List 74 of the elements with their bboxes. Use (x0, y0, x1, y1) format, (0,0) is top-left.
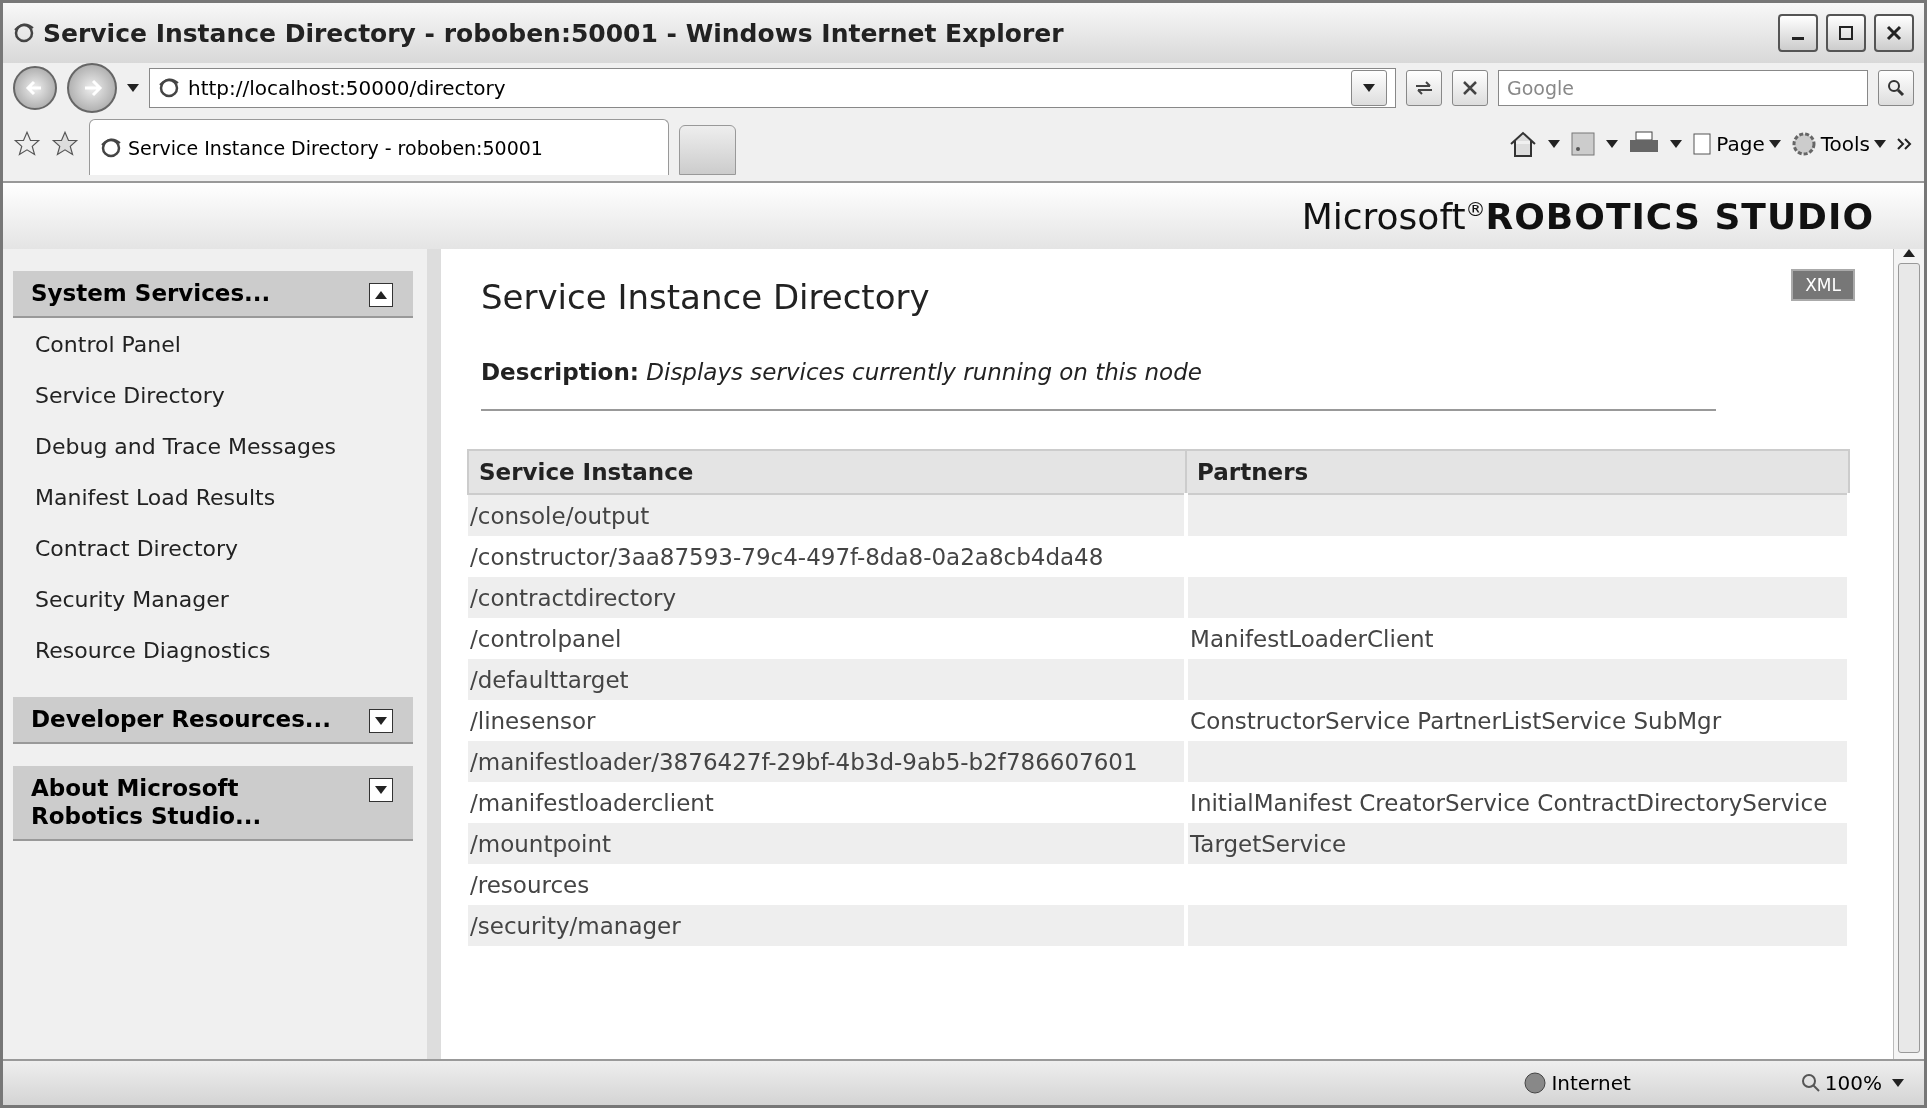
sidebar-link[interactable]: Service Directory (13, 368, 413, 420)
caret-icon (1363, 84, 1375, 92)
close-button[interactable] (1874, 14, 1914, 52)
minimize-icon (1792, 36, 1804, 40)
expand-button[interactable] (369, 708, 393, 733)
browser-tab[interactable]: Service Instance Directory - roboben:50001 (89, 119, 669, 175)
table-cell: ManifestLoaderClient (1186, 618, 1849, 659)
page-menu[interactable]: Page (1692, 132, 1781, 156)
collapse-button[interactable] (369, 283, 393, 307)
zoom-level[interactable]: 100% (1800, 1071, 1882, 1095)
expand-button[interactable] (369, 777, 393, 802)
forward-button[interactable] (67, 63, 117, 113)
address-field[interactable]: http://localhost:50000/directory (149, 68, 1396, 108)
sidebar-section-header[interactable]: Developer Resources... (13, 696, 413, 744)
caret-icon (1548, 140, 1561, 148)
chevron-icon[interactable] (1896, 137, 1914, 151)
refresh-icon (1414, 80, 1434, 96)
close-icon (1462, 80, 1478, 96)
table-cell: /contractdirectory (468, 577, 1187, 618)
xml-button[interactable]: XML (1791, 269, 1855, 301)
table-cell: /defaulttarget (468, 659, 1187, 700)
description-text: Description: Displays services currently running on this node (481, 359, 1716, 411)
column-header: Partners (1186, 450, 1849, 494)
stop-button[interactable] (1452, 70, 1488, 106)
back-button[interactable] (13, 66, 57, 110)
sidebar-link[interactable]: Contract Directory (13, 521, 413, 573)
sidebar-link[interactable]: Debug and Trace Messages (13, 419, 413, 471)
caret-icon (375, 716, 387, 725)
table-cell: ConstructorService PartnerListService SubMgr (1186, 700, 1849, 741)
tools-menu[interactable]: Tools (1790, 131, 1886, 157)
search-icon (1887, 79, 1905, 97)
refresh-button[interactable] (1406, 70, 1442, 106)
table-cell: TargetService (1186, 823, 1849, 864)
table-cell: /mountpoint (468, 823, 1187, 864)
page-icon (1692, 132, 1713, 156)
sidebar-link[interactable]: Manifest Load Results (13, 470, 413, 522)
search-field[interactable]: Google (1498, 70, 1868, 106)
globe-icon (1523, 1071, 1548, 1095)
close-icon (1886, 25, 1902, 41)
minimize-button[interactable] (1778, 14, 1818, 52)
table-cell: /manifestloaderclient (468, 782, 1187, 823)
caret-icon (1670, 140, 1683, 148)
page-title: Service Instance Directory (481, 277, 930, 317)
product-banner: Microsoft$^{®}$ROBOTICS STUDIO (3, 181, 1924, 249)
sidebar-section-header[interactable]: About Microsoft Robotics Studio... (13, 765, 413, 841)
star-icon[interactable] (51, 130, 79, 158)
table-cell: InitialManifest CreatorService ContractDirectoryService (1186, 782, 1849, 823)
window-title: Service Instance Directory - roboben:50001 - Windows Internet Explorer (43, 18, 1065, 48)
table-cell: /security/manager (468, 905, 1187, 946)
caret-icon (127, 84, 139, 92)
sidebar-section-header[interactable]: System Services... (13, 271, 413, 318)
maximize-button[interactable] (1826, 14, 1866, 52)
table-cell: /controlpanel (468, 618, 1187, 659)
maximize-icon (1838, 25, 1854, 41)
magnifier-icon (1800, 1073, 1821, 1093)
table-cell: /linesensor (468, 700, 1187, 741)
caret-icon (375, 785, 387, 794)
sidebar-link[interactable]: Resource Diagnostics (13, 623, 413, 675)
table-cell: /constructor/3aa87593-79c4-497f-8da8-0a2a8cb4da48 (468, 536, 1187, 577)
search-button[interactable] (1878, 70, 1914, 106)
caret-icon (1606, 140, 1619, 148)
table-cell: /console/output (468, 494, 1187, 536)
table-cell: /manifestloader/3876427f-29bf-4b3d-9ab5-b2f786607601 (468, 741, 1187, 782)
sidebar-link[interactable]: Control Panel (13, 317, 413, 369)
caret-icon (375, 291, 387, 299)
caret-icon (1768, 140, 1781, 148)
sidebar-link[interactable]: Security Manager (13, 572, 413, 624)
table-cell: /resources (468, 864, 1187, 905)
caret-icon (1874, 140, 1886, 148)
star-icon[interactable] (13, 130, 41, 158)
security-zone: Internet (1523, 1071, 1631, 1095)
caret-icon (1892, 1079, 1904, 1087)
column-header: Service Instance (468, 450, 1187, 494)
scrollbar[interactable] (1893, 249, 1924, 1059)
